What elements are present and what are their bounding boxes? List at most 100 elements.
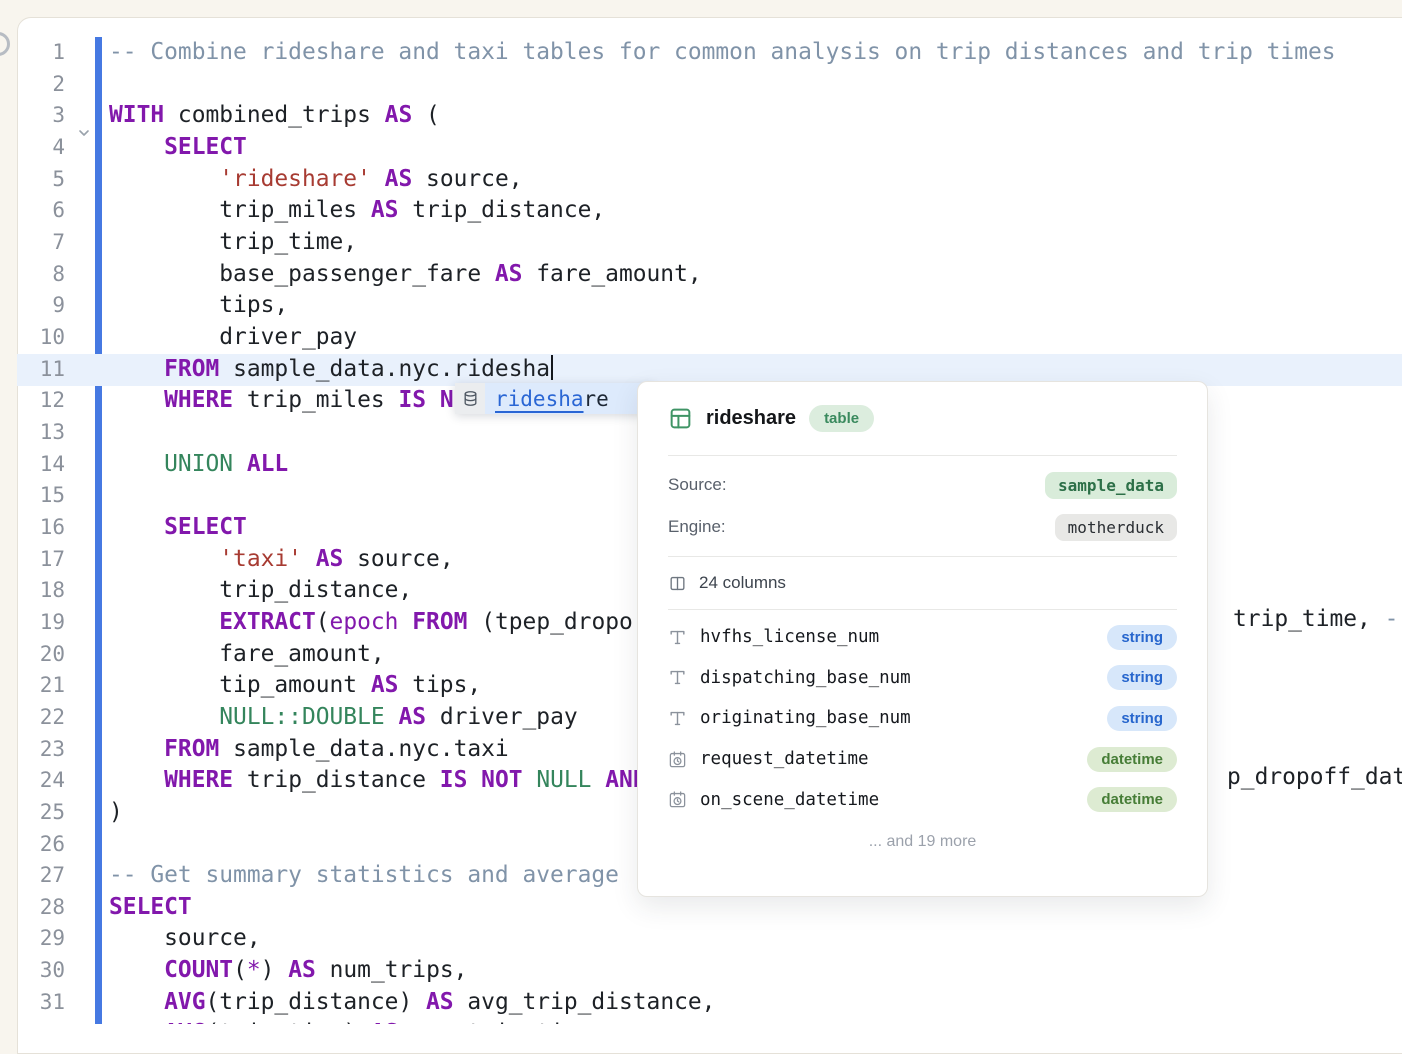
line-number[interactable]: 16 bbox=[20, 512, 65, 544]
line-number[interactable]: 6 bbox=[20, 195, 65, 227]
line-number[interactable]: 1 bbox=[20, 37, 65, 69]
code-line[interactable]: 32 AVG(trip_time) AS avg_trip_time, bbox=[17, 1018, 1402, 1024]
table-info-header: rideshare table bbox=[638, 382, 1207, 455]
code-line-text: 'taxi' AS source, bbox=[109, 544, 454, 576]
table-info-card: rideshare table Source: sample_data Engi… bbox=[637, 381, 1208, 897]
column-row: request_datetime datetime bbox=[638, 739, 1207, 780]
line-number[interactable]: 22 bbox=[20, 702, 65, 734]
code-line-text: COUNT(*) AS num_trips, bbox=[109, 955, 467, 987]
code-line[interactable]: 30 COUNT(*) AS num_trips, bbox=[17, 955, 1402, 987]
code-line-text: AVG(trip_time) AS avg_trip_time, bbox=[109, 1018, 605, 1024]
column-row: on_scene_datetime datetime bbox=[638, 779, 1207, 820]
line-number[interactable]: 19 bbox=[20, 607, 65, 639]
column-type-badge: string bbox=[1107, 706, 1177, 731]
line-number[interactable]: 11 bbox=[20, 354, 65, 386]
table-icon bbox=[668, 406, 693, 431]
code-line[interactable]: 9 tips, bbox=[17, 290, 1402, 322]
code-line-text: SELECT bbox=[109, 132, 247, 164]
line-number[interactable]: 27 bbox=[20, 860, 65, 892]
line-number[interactable]: 31 bbox=[20, 987, 65, 1019]
code-line[interactable]: 6 trip_miles AS trip_distance, bbox=[17, 195, 1402, 227]
column-name: on_scene_datetime bbox=[700, 790, 1087, 810]
line-number[interactable]: 28 bbox=[20, 892, 65, 924]
line-number[interactable]: 32 bbox=[20, 1018, 65, 1024]
line-number[interactable]: 15 bbox=[20, 480, 65, 512]
text-cursor bbox=[551, 355, 553, 380]
column-row: dispatching_base_num string bbox=[638, 658, 1207, 699]
code-fragment[interactable]: trip_time, -- bbox=[1233, 604, 1402, 636]
line-number[interactable]: 10 bbox=[20, 322, 65, 354]
code-line-text: trip_distance, bbox=[109, 575, 412, 607]
line-number[interactable]: 29 bbox=[20, 923, 65, 955]
line-number[interactable]: 20 bbox=[20, 639, 65, 671]
column-type-badge: string bbox=[1107, 625, 1177, 650]
table-type-badge: table bbox=[809, 405, 874, 432]
line-number[interactable]: 8 bbox=[20, 259, 65, 291]
code-line-text: driver_pay bbox=[109, 322, 357, 354]
code-line-text: trip_miles AS trip_distance, bbox=[109, 195, 605, 227]
columns-count-label: 24 columns bbox=[699, 573, 786, 593]
engine-value-badge: motherduck bbox=[1055, 514, 1177, 541]
code-line-text: trip_time, bbox=[109, 227, 357, 259]
column-name: hvfhs_license_num bbox=[700, 627, 1107, 647]
line-number[interactable]: 13 bbox=[20, 417, 65, 449]
code-line-text: fare_amount, bbox=[109, 639, 385, 671]
code-line[interactable]: 29 source, bbox=[17, 923, 1402, 955]
calendar-clock-icon bbox=[668, 790, 700, 809]
code-line-text: 'rideshare' AS source, bbox=[109, 164, 523, 196]
code-line-text: FROM sample_data.nyc.ridesha bbox=[109, 354, 553, 386]
code-line-text: WHERE trip_distance IS NOT NULL AND bbox=[109, 765, 647, 797]
code-line[interactable]: 7 trip_time, bbox=[17, 227, 1402, 259]
line-number[interactable]: 9 bbox=[20, 290, 65, 322]
autocomplete-match-text: ridesha bbox=[495, 387, 584, 411]
line-number[interactable]: 26 bbox=[20, 829, 65, 861]
line-number[interactable]: 4 bbox=[20, 132, 65, 164]
code-fragment[interactable]: p_dropoff_datet bbox=[1227, 762, 1402, 794]
code-line-text: base_passenger_fare AS fare_amount, bbox=[109, 259, 702, 291]
line-number[interactable]: 17 bbox=[20, 544, 65, 576]
line-number[interactable]: 3 bbox=[20, 100, 65, 132]
code-line-text: tip_amount AS tips, bbox=[109, 670, 481, 702]
code-line-text: AVG(trip_distance) AS avg_trip_distance, bbox=[109, 987, 715, 1019]
column-name: request_datetime bbox=[700, 749, 1087, 769]
line-number[interactable]: 25 bbox=[20, 797, 65, 829]
code-line-text: WHERE trip_miles IS N bbox=[109, 385, 454, 417]
code-line-text: SELECT bbox=[109, 512, 247, 544]
line-number[interactable]: 18 bbox=[20, 575, 65, 607]
line-number[interactable]: 12 bbox=[20, 385, 65, 417]
engine-label: Engine: bbox=[668, 517, 726, 537]
code-line-text: -- Combine rideshare and taxi tables for… bbox=[109, 37, 1336, 69]
line-number[interactable]: 5 bbox=[20, 164, 65, 196]
code-line-text: source, bbox=[109, 923, 261, 955]
code-line-text: ) bbox=[109, 797, 123, 829]
autocomplete-item-rideshare[interactable]: rideshare bbox=[485, 383, 655, 414]
source-value-badge: sample_data bbox=[1045, 472, 1177, 499]
column-type-badge: datetime bbox=[1087, 747, 1177, 772]
column-name: dispatching_base_num bbox=[700, 668, 1107, 688]
code-line[interactable]: 1 -- Combine rideshare and taxi tables f… bbox=[17, 37, 1402, 69]
code-line[interactable]: 4 SELECT bbox=[17, 132, 1402, 164]
line-number[interactable]: 23 bbox=[20, 734, 65, 766]
line-number[interactable]: 24 bbox=[20, 765, 65, 797]
autocomplete-popup: rideshare bbox=[455, 383, 655, 414]
column-name: originating_base_num bbox=[700, 708, 1107, 728]
code-line[interactable]: 10 driver_pay bbox=[17, 322, 1402, 354]
columns-icon bbox=[668, 574, 687, 593]
code-line-text: UNION ALL bbox=[109, 449, 288, 481]
database-icon bbox=[455, 383, 485, 414]
line-number[interactable]: 14 bbox=[20, 449, 65, 481]
code-line[interactable]: 31 AVG(trip_distance) AS avg_trip_distan… bbox=[17, 987, 1402, 1019]
line-number[interactable]: 21 bbox=[20, 670, 65, 702]
column-row: originating_base_num string bbox=[638, 698, 1207, 739]
code-line[interactable]: 5 'rideshare' AS source, bbox=[17, 164, 1402, 196]
line-number[interactable]: 2 bbox=[20, 69, 65, 101]
type-icon bbox=[668, 628, 700, 647]
code-line[interactable]: 8 base_passenger_fare AS fare_amount, bbox=[17, 259, 1402, 291]
code-line[interactable]: 2 bbox=[17, 69, 1402, 101]
code-line[interactable]: 3 WITH combined_trips AS ( bbox=[17, 100, 1402, 132]
line-number[interactable]: 7 bbox=[20, 227, 65, 259]
column-row: hvfhs_license_num string bbox=[638, 617, 1207, 658]
line-number[interactable]: 30 bbox=[20, 955, 65, 987]
code-line-text: EXTRACT(epoch FROM (tpep_dropo bbox=[109, 607, 633, 639]
code-line-text: NULL::DOUBLE AS driver_pay bbox=[109, 702, 578, 734]
